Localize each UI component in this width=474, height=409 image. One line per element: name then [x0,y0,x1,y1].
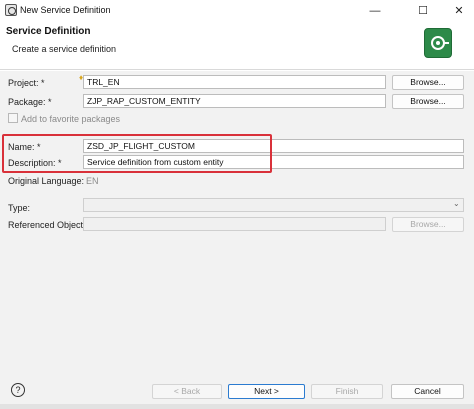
project-field[interactable]: TRL_EN [83,75,386,89]
package-label: Package: * [8,97,52,107]
cancel-button[interactable]: Cancel [391,384,464,399]
project-label: Project: * [8,78,45,88]
package-field[interactable]: ZJP_RAP_CUSTOM_ENTITY [83,94,386,108]
original-language-label: Original Language: [8,176,85,186]
window-bottom-edge [0,404,474,409]
close-button[interactable]: ✕ [444,2,474,20]
favorites-label: Add to favorite packages [21,114,121,124]
referenced-object-browse-button[interactable]: Browse... [392,217,464,232]
back-button[interactable]: < Back [152,384,222,399]
title-bar: New Service Definition — ☐ ✕ [0,0,474,22]
app-icon [5,4,17,16]
maximize-button[interactable]: ☐ [408,2,438,20]
type-select[interactable] [83,198,464,212]
wizard-header: Service Definition Create a service defi… [0,22,474,70]
next-button[interactable]: Next > [228,384,305,399]
favorites-checkbox[interactable] [8,113,18,123]
service-definition-logo-icon [424,28,452,58]
chevron-down-icon[interactable]: ⌄ [453,199,460,208]
page-title: Service Definition [6,26,91,37]
finish-button[interactable]: Finish [311,384,383,399]
type-label: Type: [8,203,31,213]
project-browse-button[interactable]: Browse... [392,75,464,90]
original-language-value: EN [86,176,99,186]
referenced-object-label: Referenced Object: [8,220,86,230]
minimize-button[interactable]: — [360,2,390,20]
page-subtitle: Create a service definition [12,44,117,54]
referenced-object-field[interactable] [83,217,386,231]
help-icon[interactable]: ? [11,383,25,397]
window-title: New Service Definition [20,5,111,15]
package-browse-button[interactable]: Browse... [392,94,464,109]
highlight-box [2,134,272,173]
